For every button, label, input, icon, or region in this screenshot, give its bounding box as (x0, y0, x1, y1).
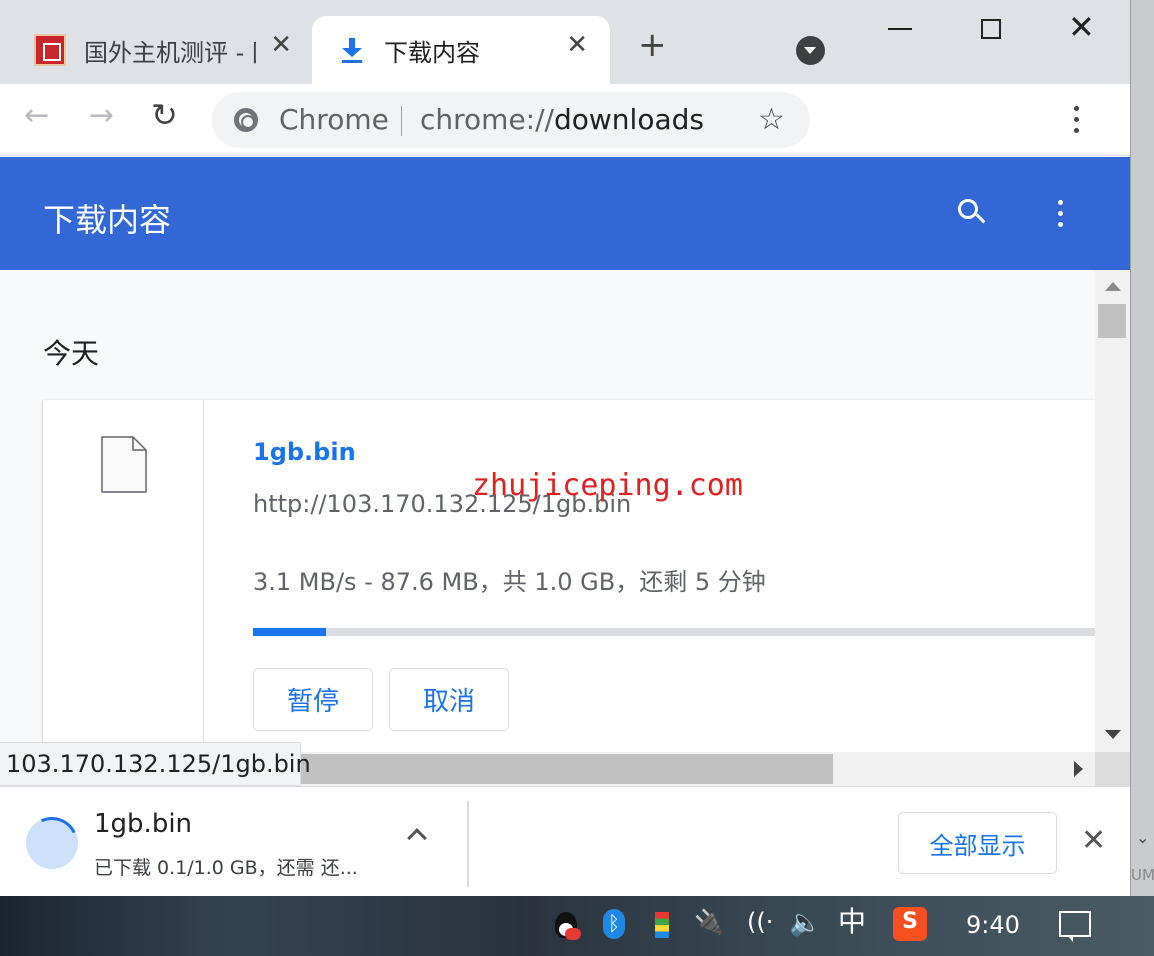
browser-menu-icon[interactable] (1074, 106, 1079, 139)
scroll-right-icon[interactable] (1074, 761, 1083, 777)
address-bar[interactable]: Chrome chrome://downloads ☆ (212, 92, 810, 148)
volume-icon[interactable]: 🔈 (789, 910, 821, 936)
scrollbar-corner (1095, 752, 1130, 786)
downloads-header: 下载内容 (0, 157, 1130, 270)
tab-search-icon[interactable] (796, 36, 825, 65)
ime-indicator[interactable]: 中 (838, 908, 866, 936)
wifi-icon[interactable]: ((· (747, 910, 773, 934)
back-button[interactable]: ← (24, 101, 49, 131)
edge-text: UM (1131, 866, 1154, 884)
sogou-icon[interactable]: S (893, 907, 927, 941)
reload-button[interactable]: ↻ (151, 99, 178, 131)
watermark: zhujiceping.com (472, 468, 743, 503)
bookmark-star-icon[interactable]: ☆ (758, 102, 785, 137)
progress-bar (253, 628, 1095, 636)
maximize-button[interactable] (981, 19, 1001, 39)
minimize-button[interactable] (888, 28, 912, 30)
download-icon (338, 36, 366, 64)
browser-toolbar: ← → ↻ Chrome chrome://downloads ☆ (0, 84, 1130, 156)
link-status-bubble: 103.170.132.125/1gb.bin (0, 742, 311, 786)
shelf-file-name[interactable]: 1gb.bin (94, 809, 192, 839)
taskbar: ᛒ 🔌 ((· 🔈 中 S 9:40 (0, 896, 1154, 956)
scroll-thumb[interactable] (1098, 304, 1126, 338)
browser-window: 国外主机测评 - 国 ✕ 下载内容 ✕ + ✕ ← → ↻ Chrome chr… (0, 0, 1130, 896)
file-name-link[interactable]: 1gb.bin (253, 438, 356, 466)
app-tray-icon[interactable] (655, 912, 669, 938)
window-close-button[interactable]: ✕ (1068, 11, 1095, 43)
qq-icon[interactable] (553, 910, 581, 940)
downloads-list: 今天 1gb.bin http://103.170.132.125/1gb.bi… (0, 270, 1095, 752)
cancel-button[interactable]: 取消 (389, 668, 509, 731)
shelf-divider (467, 801, 469, 887)
download-card: 1gb.bin http://103.170.132.125/1gb.bin 3… (43, 400, 1095, 752)
background-window-edge: ⌄ UM (1130, 0, 1154, 896)
omnibox-separator (401, 106, 402, 136)
progress-fill (253, 628, 326, 636)
date-heading: 今天 (43, 337, 100, 370)
card-divider (203, 400, 204, 752)
tab-zhujiceping[interactable]: 国外主机测评 - 国 ✕ (20, 16, 310, 84)
download-progress-icon (26, 817, 78, 869)
tab-close-icon[interactable]: ✕ (270, 30, 292, 60)
page-menu-icon[interactable] (1058, 200, 1063, 233)
shelf-status: 已下载 0.1/1.0 GB，还需 还... (94, 857, 358, 879)
page-title: 下载内容 (43, 201, 172, 239)
vertical-scrollbar[interactable] (1095, 270, 1130, 752)
new-tab-button[interactable]: + (638, 28, 667, 62)
chevron-down-icon: ⌄ (1136, 828, 1150, 847)
forward-button[interactable]: → (89, 101, 114, 131)
file-icon (101, 436, 147, 493)
scroll-thumb[interactable] (300, 754, 833, 784)
site-favicon-icon (34, 34, 66, 66)
power-icon[interactable]: 🔌 (694, 910, 724, 934)
tab-strip: 国外主机测评 - 国 ✕ 下载内容 ✕ + ✕ (0, 0, 1130, 84)
download-shelf: 1gb.bin 已下载 0.1/1.0 GB，还需 还... 全部显示 ✕ (0, 786, 1130, 896)
scroll-down-icon[interactable] (1105, 730, 1121, 739)
show-all-button[interactable]: 全部显示 (898, 812, 1057, 874)
chrome-icon (234, 108, 258, 132)
download-status: 3.1 MB/s - 87.6 MB，共 1.0 GB，还剩 5 分钟 (253, 568, 766, 596)
tab-downloads[interactable]: 下载内容 ✕ (312, 16, 610, 84)
shelf-close-icon[interactable]: ✕ (1081, 826, 1106, 856)
url-prefix: chrome:// (420, 103, 554, 136)
clock[interactable]: 9:40 (966, 913, 1020, 937)
scroll-up-icon[interactable] (1105, 282, 1121, 291)
url-host: downloads (553, 103, 704, 136)
tab-title: 下载内容 (384, 38, 480, 67)
url-text[interactable]: chrome://downloads (420, 103, 704, 136)
pause-button[interactable]: 暂停 (253, 668, 373, 731)
search-icon[interactable] (958, 199, 986, 227)
notification-icon[interactable] (1059, 911, 1091, 942)
tab-title: 国外主机测评 - 国 (84, 38, 256, 67)
tab-close-icon[interactable]: ✕ (566, 30, 588, 60)
chevron-up-icon[interactable] (407, 828, 427, 848)
omnibox-chip: Chrome (279, 103, 389, 136)
bluetooth-icon[interactable]: ᛒ (603, 909, 625, 939)
